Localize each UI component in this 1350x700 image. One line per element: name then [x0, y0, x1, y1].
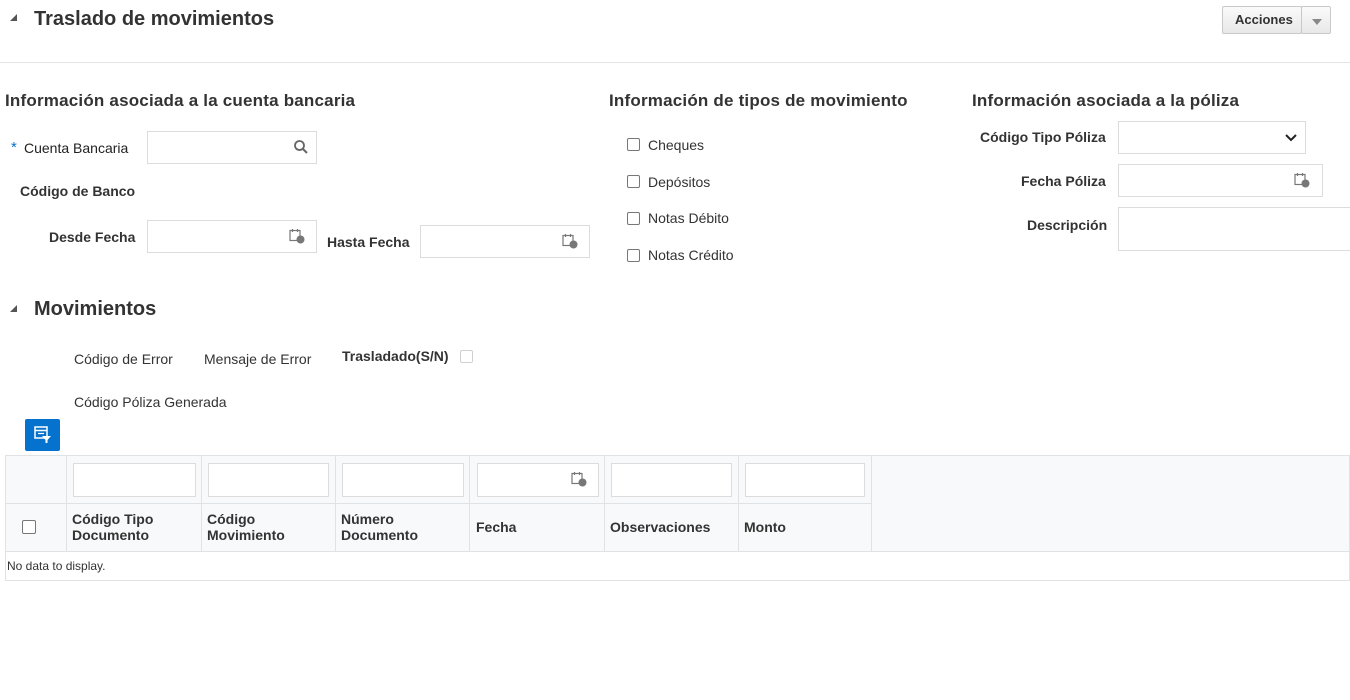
column-header-codigo-movimiento[interactable]: Código Movimiento	[207, 511, 285, 543]
calendar-icon[interactable]	[562, 233, 578, 249]
empty-table-message: No data to display.	[7, 559, 106, 573]
header-divider	[0, 62, 1350, 63]
checkbox-notas-credito[interactable]	[627, 249, 640, 262]
checkbox-depositos[interactable]	[627, 175, 640, 188]
filter-codigo-tipo-documento[interactable]	[73, 463, 196, 497]
filter-numero-documento[interactable]	[342, 463, 464, 497]
movements-table: Código Tipo Documento Código Movimiento …	[5, 455, 1350, 581]
column-header-fecha[interactable]: Fecha	[476, 519, 516, 535]
to-date-label: Hasta Fecha	[327, 234, 410, 250]
column-header-observaciones[interactable]: Observaciones	[610, 519, 710, 535]
filter-monto[interactable]	[745, 463, 865, 497]
transferred-checkbox	[460, 350, 473, 363]
column-divider	[871, 456, 872, 551]
collapse-triangle-icon[interactable]	[10, 14, 17, 21]
column-header-codigo-tipo-documento[interactable]: Código Tipo Documento	[72, 511, 153, 543]
checkbox-depositos-label: Depósitos	[648, 174, 711, 190]
calendar-icon[interactable]	[289, 228, 305, 244]
checkbox-notas-debito[interactable]	[627, 212, 640, 225]
actions-dropdown-button[interactable]	[1301, 6, 1331, 34]
required-mark: *	[11, 139, 17, 156]
select-all-checkbox[interactable]	[22, 520, 36, 534]
column-header-numero-documento[interactable]: Número Documento	[341, 511, 418, 543]
checkbox-notas-credito-label: Notas Crédito	[648, 247, 734, 263]
error-message-label: Mensaje de Error	[204, 351, 312, 367]
query-by-example-icon	[34, 426, 51, 443]
checkbox-notas-debito-label: Notas Débito	[648, 210, 729, 226]
query-by-example-button[interactable]	[25, 419, 60, 451]
movement-types-section-title: Información de tipos de movimiento	[609, 91, 908, 110]
bank-code-label: Código de Banco	[20, 183, 136, 199]
generated-policy-label: Código Póliza Generada	[74, 394, 227, 410]
policy-date-input[interactable]	[1118, 164, 1323, 197]
movements-section-title: Movimientos	[34, 298, 157, 320]
transferred-label: Trasladado(S/N)	[342, 348, 449, 364]
account-label: Cuenta Bancaria	[24, 140, 129, 156]
filter-codigo-movimiento[interactable]	[208, 463, 329, 497]
column-header-monto[interactable]: Monto	[744, 519, 786, 535]
calendar-icon[interactable]	[571, 471, 587, 487]
policy-section-title: Información asociada a la póliza	[972, 91, 1240, 110]
policy-type-code-label: Código Tipo Póliza	[980, 129, 1106, 145]
policy-description-label: Descripción	[1027, 217, 1108, 233]
chevron-down-icon	[1285, 134, 1297, 142]
page-title: Traslado de movimientos	[34, 8, 275, 30]
search-icon[interactable]	[293, 139, 309, 155]
error-code-label: Código de Error	[74, 351, 173, 367]
filter-observaciones[interactable]	[611, 463, 732, 497]
checkbox-cheques-label: Cheques	[648, 137, 705, 153]
from-date-label: Desde Fecha	[49, 229, 136, 245]
row-divider	[871, 551, 1349, 552]
calendar-icon[interactable]	[1294, 172, 1310, 188]
policy-type-code-select[interactable]	[1118, 121, 1306, 154]
row-divider	[6, 551, 871, 552]
chevron-down-icon	[1312, 19, 1322, 25]
policy-description-input[interactable]	[1118, 207, 1350, 251]
row-divider	[6, 503, 871, 504]
account-input[interactable]	[147, 131, 317, 164]
actions-button[interactable]: Acciones	[1222, 6, 1302, 34]
collapse-triangle-icon[interactable]	[10, 305, 17, 312]
bank-section-title: Información asociada a la cuenta bancari…	[5, 91, 356, 110]
checkbox-cheques[interactable]	[627, 138, 640, 151]
policy-date-label: Fecha Póliza	[1021, 173, 1106, 189]
